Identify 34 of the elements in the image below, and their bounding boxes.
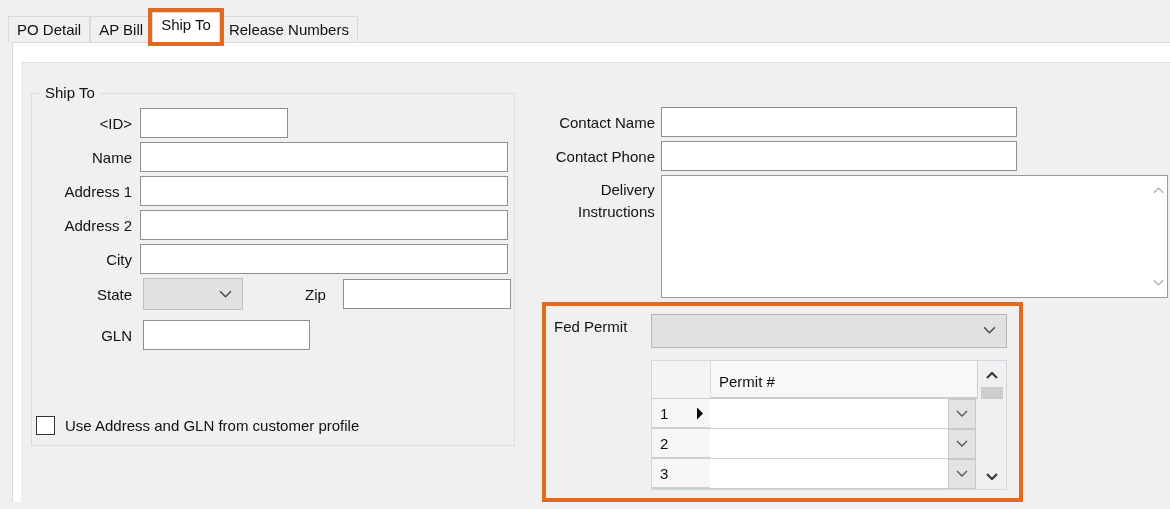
- gln-field[interactable]: [143, 320, 310, 350]
- text-field[interactable]: [661, 107, 1017, 137]
- text-field[interactable]: [140, 142, 508, 172]
- field-label: State: [95, 285, 132, 303]
- chevron-down-icon: [956, 470, 968, 478]
- zip-field[interactable]: [343, 279, 511, 309]
- field-label: Fed Permit: [554, 317, 629, 335]
- checkbox[interactable]: [36, 416, 55, 435]
- field-label: Address 1: [63, 182, 132, 200]
- text-field[interactable]: [661, 141, 1017, 171]
- field-label: Name: [91, 148, 132, 166]
- field-label: <ID>: [98, 114, 132, 132]
- group-title: Ship To: [40, 84, 100, 101]
- field-label: Delivery Instructions: [577, 180, 655, 222]
- delivery-instructions-field[interactable]: [660, 175, 1168, 298]
- current-row-icon: [696, 406, 704, 420]
- field-label: Address 2: [63, 216, 132, 234]
- chevron-down-icon: [983, 326, 996, 335]
- tab[interactable]: PO Detail: [8, 16, 91, 42]
- field-label: Zip: [305, 285, 327, 303]
- chevron-down-icon: [956, 440, 968, 448]
- text-field[interactable]: [140, 244, 508, 274]
- field-label: City: [105, 250, 132, 268]
- scroll-up-icon: [1152, 186, 1164, 194]
- text-field[interactable]: [140, 176, 508, 206]
- chevron-down-icon: [219, 290, 232, 299]
- text-field[interactable]: [140, 108, 288, 138]
- checkbox-label: Use Address and GLN from customer profile: [65, 417, 360, 434]
- text-field[interactable]: [140, 210, 508, 240]
- chevron-down-icon: [956, 410, 968, 418]
- scroll-down-icon: [1152, 279, 1164, 287]
- field-label: GLN: [100, 326, 132, 344]
- field-label: Contact Phone: [554, 147, 655, 165]
- field-label: Contact Name: [558, 113, 655, 131]
